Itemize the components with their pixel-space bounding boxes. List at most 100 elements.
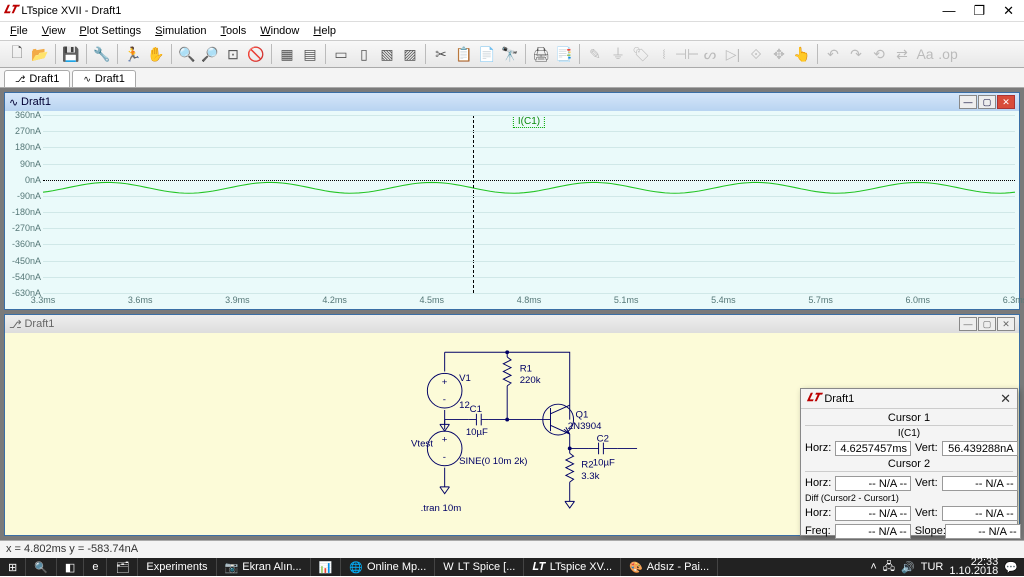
redo-icon[interactable]: ↷ bbox=[845, 43, 867, 65]
move-icon[interactable]: ✥ bbox=[768, 43, 790, 65]
taskbar-app[interactable]: WLT Spice [... bbox=[435, 558, 524, 576]
menu-view[interactable]: View bbox=[36, 24, 72, 38]
y-axis[interactable]: 360nA270nA180nA90nA0nA-90nA-180nA-270nA-… bbox=[5, 115, 43, 293]
close-button[interactable]: ✕ bbox=[1003, 3, 1014, 19]
new-schematic-icon[interactable]: 🗋 bbox=[6, 43, 28, 65]
svg-text:-: - bbox=[443, 394, 446, 405]
cursor2-vert-value[interactable]: -- N/A -- bbox=[942, 476, 1018, 491]
menu-bar: File View Plot Settings Simulation Tools… bbox=[0, 22, 1024, 40]
text-icon[interactable]: Aa bbox=[914, 43, 936, 65]
paste-icon[interactable]: 📄 bbox=[476, 43, 498, 65]
taskbar-app[interactable]: Experiments bbox=[138, 558, 216, 576]
zoom-back-icon[interactable]: 🚫 bbox=[245, 43, 267, 65]
plot-window: ∿ Draft1 — ▢ ✕ 360nA270nA180nA90nA0nA-90… bbox=[4, 92, 1020, 310]
wire-icon[interactable]: ✎ bbox=[584, 43, 606, 65]
document-tabs: ⎇Draft1 ∿Draft1 bbox=[0, 68, 1024, 88]
waveform-icon: ∿ bbox=[9, 96, 18, 109]
menu-help[interactable]: Help bbox=[307, 24, 342, 38]
cursor2-header: Cursor 2 bbox=[805, 457, 1013, 472]
close-button[interactable]: ✕ bbox=[1000, 391, 1011, 407]
mirror-icon[interactable]: ⇄ bbox=[891, 43, 913, 65]
plot-area[interactable]: 360nA270nA180nA90nA0nA-90nA-180nA-270nA-… bbox=[5, 111, 1019, 309]
menu-simulation[interactable]: Simulation bbox=[149, 24, 212, 38]
taskbar-app[interactable]: 𝑳𝑻LTspice XV... bbox=[524, 558, 621, 576]
cut-icon[interactable]: ✂ bbox=[430, 43, 452, 65]
close-all-icon[interactable]: ▨ bbox=[399, 43, 421, 65]
start-button[interactable]: ⊞ bbox=[0, 558, 26, 576]
tray-volume-icon[interactable]: 🔊 bbox=[901, 561, 915, 574]
control-panel-icon[interactable]: 🔧 bbox=[91, 43, 113, 65]
tray-language[interactable]: TUR bbox=[921, 561, 944, 573]
drag-icon[interactable]: 👆 bbox=[791, 43, 813, 65]
menu-plot-settings[interactable]: Plot Settings bbox=[73, 24, 147, 38]
zoom-fit-icon[interactable]: ⊡ bbox=[222, 43, 244, 65]
mdi-close-button[interactable]: ✕ bbox=[997, 317, 1015, 331]
mdi-maximize-button[interactable]: ▢ bbox=[978, 95, 996, 109]
open-icon[interactable]: 📂 bbox=[29, 43, 51, 65]
halt-icon[interactable]: ✋ bbox=[145, 43, 167, 65]
cursor1-header: Cursor 1 bbox=[805, 411, 1013, 426]
x-axis[interactable]: 3.3ms3.6ms3.9ms4.2ms4.5ms4.8ms5.1ms5.4ms… bbox=[43, 295, 1015, 309]
cascade-icon[interactable]: ▧ bbox=[376, 43, 398, 65]
mdi-maximize-button[interactable]: ▢ bbox=[978, 317, 996, 331]
mdi-minimize-button[interactable]: — bbox=[959, 317, 977, 331]
taskbar-app[interactable]: 📊 bbox=[311, 558, 342, 576]
diode-icon[interactable]: ▷| bbox=[722, 43, 744, 65]
copy-icon[interactable]: 📋 bbox=[453, 43, 475, 65]
taskbar-app[interactable]: 📷Ekran Alın... bbox=[217, 558, 311, 576]
window-titlebar: 𝑳𝑻 LTspice XVII - Draft1 — ❐ ✕ bbox=[0, 0, 1024, 22]
resistor-icon[interactable]: ⧙ bbox=[653, 43, 675, 65]
zoom-out-icon[interactable]: 🔎 bbox=[199, 43, 221, 65]
svg-text:2N3904: 2N3904 bbox=[568, 421, 602, 432]
tray-network-icon[interactable]: 🖧 bbox=[883, 558, 895, 577]
tray-chevron-icon[interactable]: ˄ bbox=[870, 561, 876, 573]
waveform-icon: ∿ bbox=[83, 74, 91, 85]
minimize-button[interactable]: — bbox=[942, 3, 955, 19]
menu-window[interactable]: Window bbox=[254, 24, 305, 38]
tab-waveform[interactable]: ∿Draft1 bbox=[72, 70, 136, 87]
find-icon[interactable]: 🔭 bbox=[499, 43, 521, 65]
undo-icon[interactable]: ↶ bbox=[822, 43, 844, 65]
plot-grid[interactable]: I(C1) bbox=[43, 115, 1015, 293]
taskbar-app[interactable]: 🎨Adsız - Pai... bbox=[621, 558, 718, 576]
schematic-icon: ⎇ bbox=[15, 74, 25, 85]
cursor1-horz-value[interactable]: 4.6257457ms bbox=[835, 441, 911, 456]
ground-icon[interactable]: ⏚ bbox=[607, 43, 629, 65]
pick-visible-traces-icon[interactable]: ▤ bbox=[299, 43, 321, 65]
edge-icon[interactable]: e bbox=[84, 558, 107, 576]
menu-file[interactable]: File bbox=[4, 24, 34, 38]
print-setup-icon[interactable]: 📑 bbox=[553, 43, 575, 65]
tray-notifications-icon[interactable]: 💬 bbox=[1004, 561, 1018, 574]
cursor2-horz-value[interactable]: -- N/A -- bbox=[835, 476, 911, 491]
label-icon[interactable]: 🏷 bbox=[630, 43, 652, 65]
cursor1-vert-value[interactable]: 56.439288nA bbox=[942, 441, 1018, 456]
run-icon[interactable]: 🏃 bbox=[122, 43, 144, 65]
inductor-icon[interactable]: ᔕ bbox=[699, 43, 721, 65]
tab-schematic[interactable]: ⎇Draft1 bbox=[4, 70, 70, 87]
cursor-line[interactable] bbox=[473, 115, 474, 293]
autorange-icon[interactable]: ▦ bbox=[276, 43, 298, 65]
mdi-minimize-button[interactable]: — bbox=[959, 95, 977, 109]
svg-text:Vtest: Vtest bbox=[411, 439, 433, 450]
svg-text:+: + bbox=[442, 435, 448, 446]
spice-directive-icon[interactable]: .op bbox=[937, 43, 959, 65]
print-icon[interactable]: 🖨 bbox=[530, 43, 552, 65]
task-view-button[interactable]: ◧ bbox=[57, 558, 84, 576]
menu-tools[interactable]: Tools bbox=[215, 24, 253, 38]
rotate-icon[interactable]: ⟲ bbox=[868, 43, 890, 65]
taskbar-app[interactable]: 🌐Online Mp... bbox=[341, 558, 435, 576]
search-button[interactable]: 🔍 bbox=[26, 558, 57, 576]
file-explorer-icon[interactable]: 🗂 bbox=[107, 558, 138, 576]
app-logo-icon: 𝑳𝑻 bbox=[4, 4, 17, 17]
tile-horiz-icon[interactable]: ▭ bbox=[330, 43, 352, 65]
save-icon[interactable]: 💾 bbox=[60, 43, 82, 65]
tile-vert-icon[interactable]: ▯ bbox=[353, 43, 375, 65]
tray-clock[interactable]: 22:331.10.2018 bbox=[949, 558, 998, 576]
svg-text:R2: R2 bbox=[581, 460, 593, 471]
capacitor-icon[interactable]: ⊣⊢ bbox=[676, 43, 698, 65]
cursor-window[interactable]: 𝑳𝑻Draft1✕ Cursor 1 I(C1) Horz:4.6257457m… bbox=[800, 388, 1018, 536]
maximize-button[interactable]: ❐ bbox=[973, 3, 985, 19]
component-icon[interactable]: ⟐ bbox=[745, 43, 767, 65]
mdi-close-button[interactable]: ✕ bbox=[997, 95, 1015, 109]
zoom-in-icon[interactable]: 🔍 bbox=[176, 43, 198, 65]
